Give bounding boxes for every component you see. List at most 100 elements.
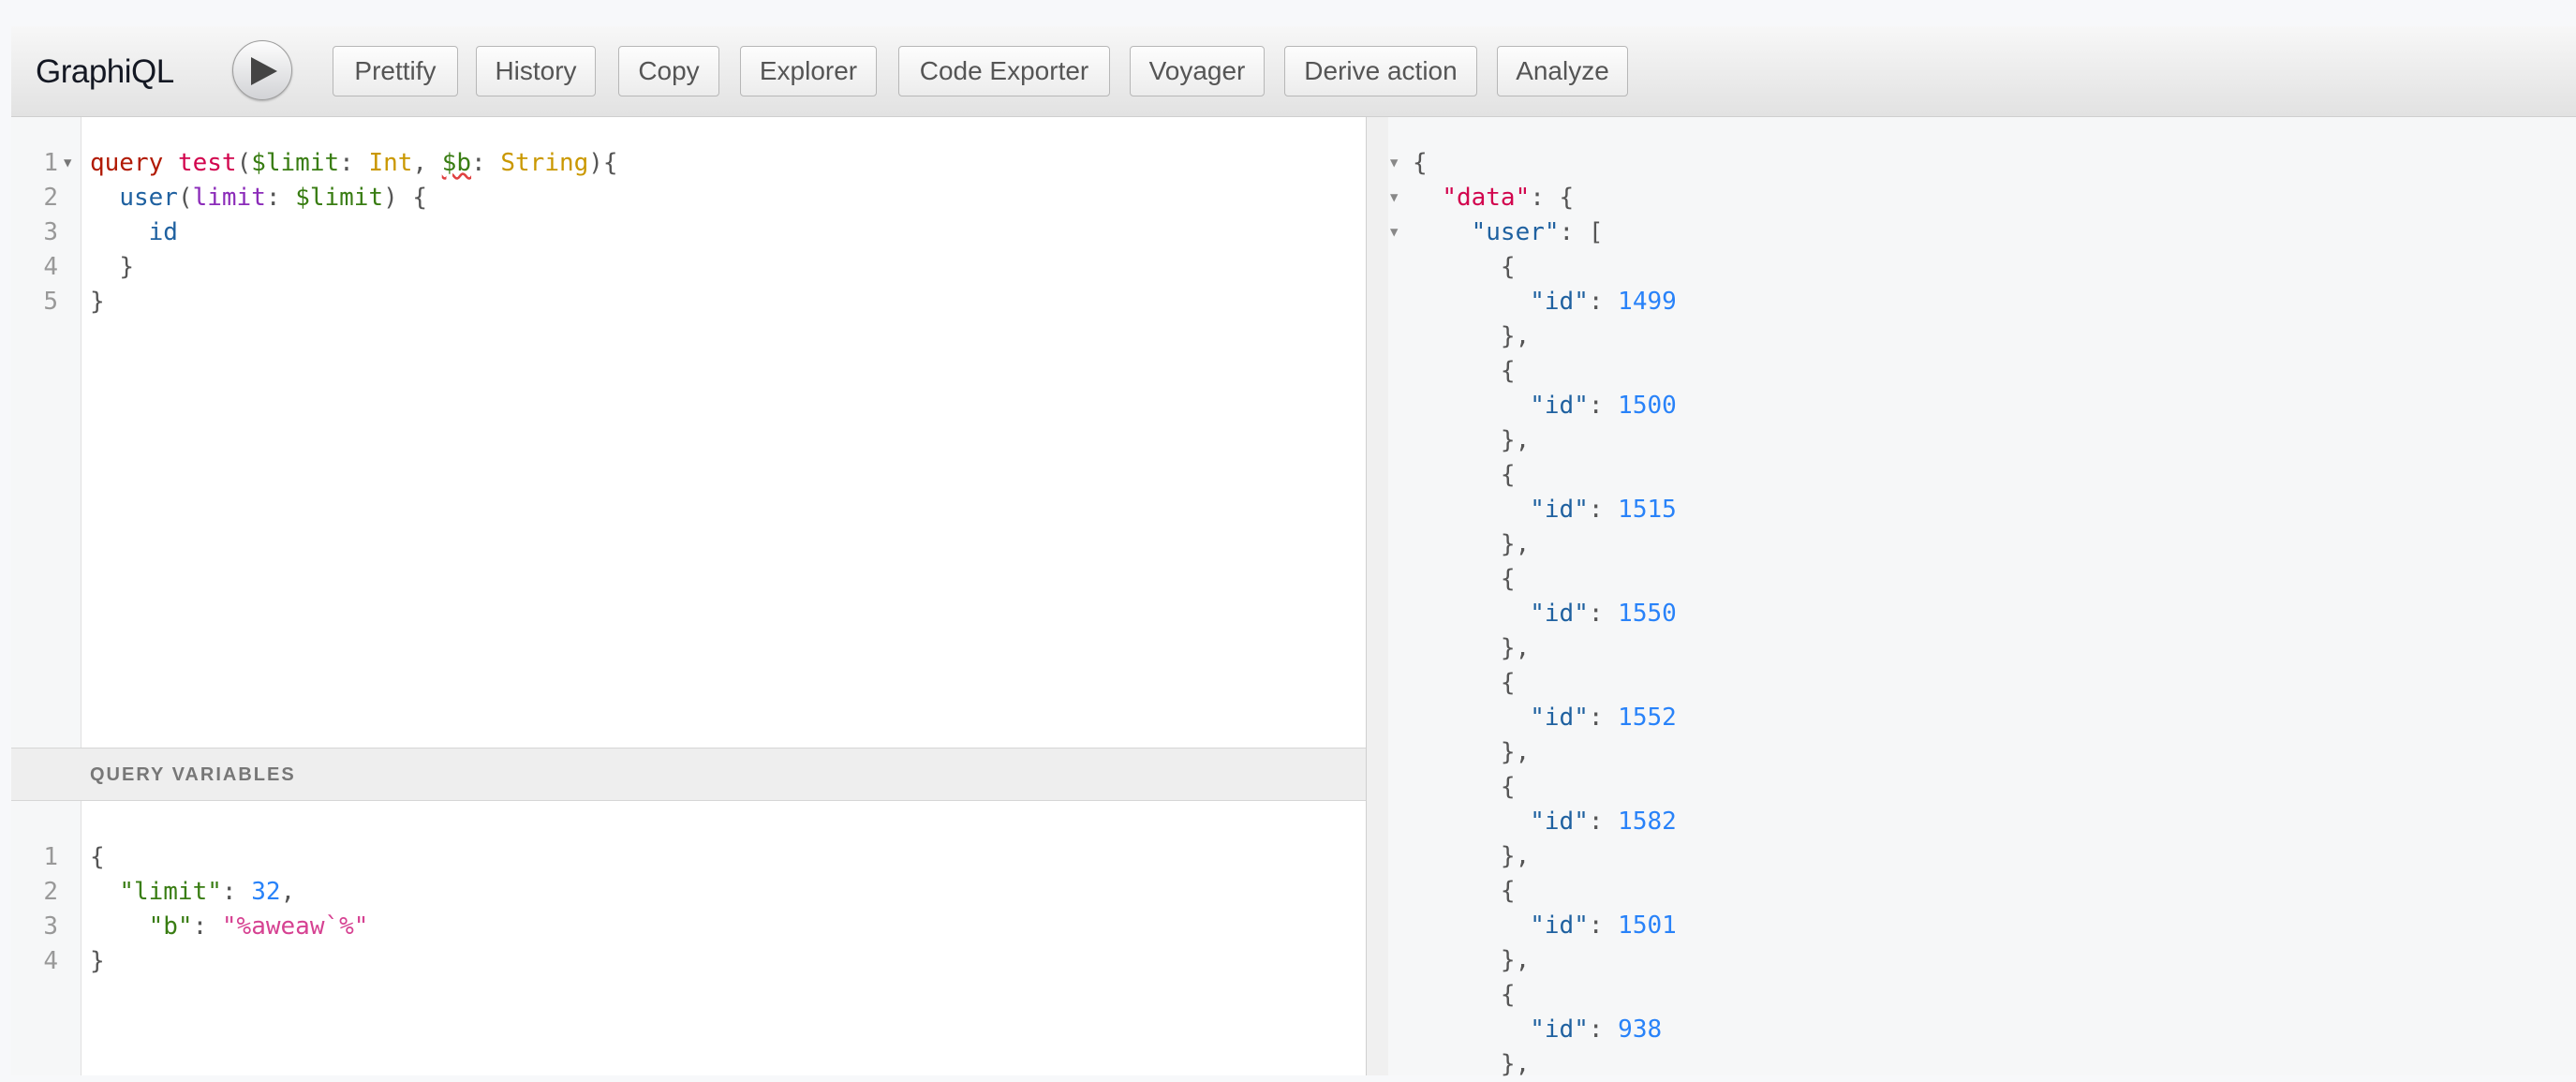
result-object-open: { <box>1413 669 1516 697</box>
query-editor[interactable]: 1 ▼ 2 3 4 5 query test($limit: Int, $b: … <box>11 117 1366 748</box>
result-line: { <box>1413 146 1428 181</box>
line-number: 5 <box>43 288 58 316</box>
prettify-button[interactable]: Prettify <box>333 46 458 96</box>
result-object-open: { <box>1413 565 1516 593</box>
punctuation-token: : <box>265 184 296 212</box>
json-key-token: "id" <box>1530 808 1589 836</box>
fold-arrow-icon[interactable]: ▼ <box>1390 181 1398 215</box>
indent-token <box>90 912 149 941</box>
punctuation-token: ( <box>236 149 252 177</box>
result-id-value: 1552 <box>1618 704 1677 732</box>
result-viewer: ▼ ▼ ▼ { "data": { "user": [ { "id": 1499… <box>1388 117 2576 1078</box>
result-object-close: }, <box>1413 530 1531 558</box>
result-object-open: { <box>1413 877 1516 905</box>
type-token: Int <box>368 149 413 177</box>
result-id-row: "id": 1500 <box>1530 392 1677 420</box>
line-number: 2 <box>43 184 58 212</box>
punctuation-token: } <box>119 253 134 281</box>
fold-arrow-icon[interactable]: ▼ <box>1390 146 1398 181</box>
code-line: id <box>90 215 178 250</box>
derive-action-button[interactable]: Derive action <box>1284 46 1477 96</box>
json-key-token: "b" <box>148 912 193 941</box>
result-object-open: { <box>1413 253 1516 281</box>
fold-arrow-icon[interactable]: ▼ <box>1390 215 1398 250</box>
result-object-close: }, <box>1413 634 1531 662</box>
result-id-row: "id": 1552 <box>1530 704 1677 732</box>
browser-top-strip <box>0 0 2576 26</box>
indent-token <box>90 184 119 212</box>
code-line: { <box>90 840 105 875</box>
line-number: 1 <box>43 843 58 871</box>
number-token: 32 <box>251 878 281 906</box>
result-line: "user": [ <box>1413 215 1604 250</box>
history-button[interactable]: History <box>476 46 596 96</box>
variable-token: $b <box>441 149 472 177</box>
code-exporter-button[interactable]: Code Exporter <box>898 46 1110 96</box>
json-key-token: "id" <box>1530 600 1589 628</box>
punctuation-token: : <box>339 149 369 177</box>
json-key-token: "limit" <box>119 878 222 906</box>
variable-token: $limit <box>251 149 340 177</box>
result-object-close: }, <box>1413 322 1531 350</box>
indent-token <box>90 878 119 906</box>
indent-token <box>1413 184 1442 212</box>
query-variables-title: QUERY VARIABLES <box>90 764 296 785</box>
result-object-close: }, <box>1413 738 1531 766</box>
explorer-button[interactable]: Explorer <box>740 46 877 96</box>
punctuation-token: : [ <box>1559 218 1604 246</box>
result-object-open: { <box>1413 461 1516 489</box>
field-token: user <box>119 184 178 212</box>
result-object-close: }, <box>1413 842 1531 870</box>
analyze-button[interactable]: Analyze <box>1497 46 1628 96</box>
json-key-token: "id" <box>1530 392 1589 420</box>
json-key-token: "id" <box>1530 912 1589 940</box>
code-line: } <box>90 250 134 285</box>
punctuation-token: : { <box>1530 184 1575 212</box>
punctuation-token: { <box>90 843 105 871</box>
code-line: user(limit: $limit) { <box>90 181 427 215</box>
punctuation-token: , <box>412 149 442 177</box>
code-line: } <box>90 944 105 979</box>
operation-name-token: test <box>177 149 237 177</box>
punctuation-token: } <box>90 947 105 975</box>
result-object-close: }, <box>1413 426 1531 454</box>
pane-resize-handle[interactable] <box>1366 117 1388 1075</box>
result-object-open: { <box>1413 981 1516 1009</box>
field-token: id <box>148 218 178 246</box>
graphiql-app: GraphiQL Prettify History Copy Explorer … <box>11 26 2576 1078</box>
line-number: 3 <box>43 218 58 246</box>
code-line: query test($limit: Int, $b: String){ <box>90 146 618 181</box>
code-line: } <box>90 285 105 319</box>
line-number: 4 <box>43 253 58 281</box>
json-key-token: "id" <box>1530 288 1589 316</box>
punctuation-token: ) { <box>383 184 428 212</box>
line-number: 4 <box>43 947 58 975</box>
result-object-close: }, <box>1413 1050 1531 1078</box>
app-title: GraphiQL <box>36 53 174 90</box>
code-line: "b": "%aweaw`%" <box>90 910 369 944</box>
indent-token <box>90 253 119 281</box>
execute-query-button[interactable] <box>232 40 292 100</box>
punctuation-token: : <box>221 878 252 906</box>
line-number: 1 <box>43 149 58 177</box>
result-object-open: { <box>1413 357 1516 385</box>
query-variables-header[interactable]: QUERY VARIABLES <box>11 748 1366 801</box>
punctuation-token: : <box>471 149 501 177</box>
variable-token: $limit <box>295 184 384 212</box>
punctuation-token: } <box>90 288 105 316</box>
toolbar: GraphiQL Prettify History Copy Explorer … <box>11 26 2576 117</box>
result-id-row: "id": 1582 <box>1530 808 1677 836</box>
result-id-row: "id": 1550 <box>1530 600 1677 628</box>
result-id-value: 1515 <box>1618 496 1677 524</box>
line-number: 3 <box>43 912 58 941</box>
variables-editor[interactable]: 1 2 3 4 { "limit": 32, "b": "%aweaw`%" } <box>11 801 1366 1075</box>
fold-arrow-icon[interactable]: ▼ <box>64 146 71 181</box>
json-key-token: "id" <box>1530 496 1589 524</box>
copy-button[interactable]: Copy <box>618 46 719 96</box>
keyword-token: query <box>90 149 164 177</box>
query-editor-pane: 1 ▼ 2 3 4 5 query test($limit: Int, $b: … <box>11 117 1366 1075</box>
json-key-token: "id" <box>1530 1015 1589 1044</box>
line-number: 2 <box>43 878 58 906</box>
voyager-button[interactable]: Voyager <box>1130 46 1265 96</box>
